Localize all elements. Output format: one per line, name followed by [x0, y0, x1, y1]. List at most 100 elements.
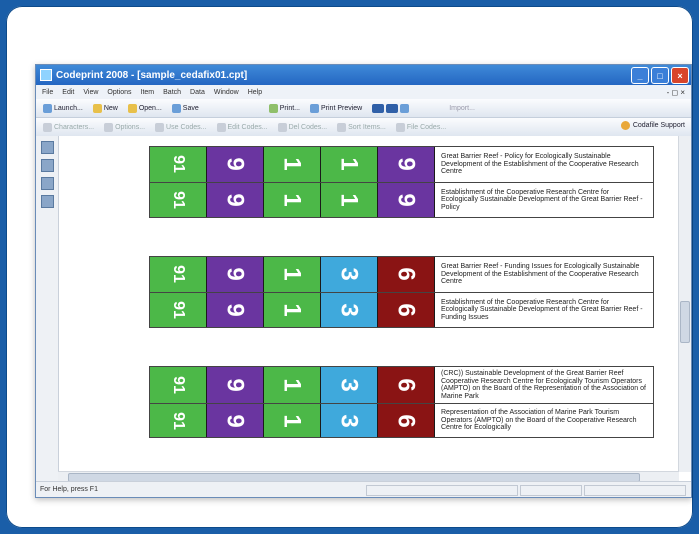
file-label[interactable]: 91 9 1 1 9 Great Barrier Reef - Policy for Ec… — [149, 146, 654, 218]
options-button[interactable]: Options... — [101, 122, 148, 133]
color-code-digit: 1 — [278, 267, 306, 281]
label-row[interactable]: 91 9 1 3 6 Representation of the Association … — [150, 404, 653, 437]
launch-button[interactable]: Launch... — [40, 103, 86, 114]
status-bar: For Help, press F1 — [36, 481, 691, 497]
label-row[interactable]: 91 9 1 1 9 Great Barrier Reef - Policy for Ec… — [150, 147, 653, 183]
new-button[interactable]: New — [90, 103, 121, 114]
file-label[interactable]: 91 9 1 3 6 (CRC)) Sustainable Development of … — [149, 366, 654, 438]
sort-items-button[interactable]: Sort Items... — [334, 122, 389, 133]
color-code-tile[interactable]: 9 — [207, 257, 264, 292]
menu-item-item[interactable]: Item — [141, 89, 155, 96]
maximize-button[interactable]: □ — [651, 67, 669, 84]
color-code-tile[interactable]: 91 — [150, 292, 207, 327]
color-code-digit: 91 — [169, 265, 187, 284]
color-code-tile[interactable]: 1 — [264, 147, 321, 182]
color-code-tile[interactable]: 3 — [321, 404, 378, 437]
color-code-tile[interactable]: 6 — [378, 367, 435, 403]
open-button[interactable]: Open... — [125, 103, 165, 114]
color-code-digit: 9 — [221, 157, 249, 171]
color-code-tile[interactable]: 1 — [264, 182, 321, 217]
color-code-tile[interactable]: 1 — [264, 404, 321, 437]
view-buttons[interactable] — [369, 103, 412, 114]
label-text: Great Barrier Reef - Policy for Ecologic… — [441, 153, 639, 175]
color-code-digit: 91 — [169, 411, 187, 430]
use-codes-button[interactable]: Use Codes... — [152, 122, 209, 133]
label-row[interactable]: 91 9 1 3 6 Great Barrier Reef - Funding Issue… — [150, 257, 653, 293]
menu-item-window[interactable]: Window — [214, 89, 239, 96]
panel-tool-icon[interactable] — [40, 177, 54, 190]
file-codes-button[interactable]: File Codes... — [393, 122, 449, 133]
color-code-digit: 6 — [392, 378, 420, 392]
color-code-tile[interactable]: 91 — [150, 182, 207, 217]
characters-icon — [43, 122, 52, 132]
menu-item-file[interactable]: File — [42, 89, 53, 96]
app-window: Codeprint 2008 - [sample_cedafix01.cpt] … — [35, 64, 692, 498]
panel-tool-icon[interactable] — [40, 195, 54, 208]
color-code-tile[interactable]: 9 — [207, 147, 264, 182]
color-code-tile[interactable]: 1 — [321, 147, 378, 182]
label-row[interactable]: 91 9 1 3 6 (CRC)) Sustainable Development of … — [150, 367, 653, 404]
color-code-tile[interactable]: 1 — [264, 257, 321, 292]
file-label[interactable]: 91 9 1 3 6 Great Barrier Reef - Funding Issue… — [149, 256, 654, 328]
label-text: Great Barrier Reef - Funding Issues for … — [441, 263, 640, 285]
color-code-digit: 6 — [392, 303, 420, 317]
menu-item-data[interactable]: Data — [190, 89, 205, 96]
color-code-tile[interactable]: 91 — [150, 404, 207, 437]
color-code-tile[interactable]: 9 — [207, 182, 264, 217]
del-codes-button[interactable]: Del Codes... — [275, 122, 331, 133]
menu-item-help[interactable]: Help — [248, 89, 262, 96]
color-code-digit: 9 — [221, 193, 249, 207]
label-row[interactable]: 91 9 1 1 9 Establishment of the Cooperative R… — [150, 182, 653, 217]
color-code-tile[interactable]: 91 — [150, 257, 207, 292]
grid-icon — [386, 103, 399, 113]
save-icon — [171, 103, 181, 113]
color-code-tile[interactable]: 3 — [321, 257, 378, 292]
close-button[interactable]: × — [671, 67, 689, 84]
minimize-button[interactable]: _ — [631, 67, 649, 84]
vertical-scrollbar[interactable] — [678, 136, 691, 472]
color-code-tile[interactable]: 3 — [321, 292, 378, 327]
vertical-scroll-thumb[interactable] — [680, 301, 690, 343]
color-code-tile[interactable]: 9 — [207, 404, 264, 437]
color-code-tile[interactable]: 1 — [264, 292, 321, 327]
characters-label: Characters... — [54, 123, 95, 131]
save-button[interactable]: Save — [169, 103, 202, 114]
color-code-tile[interactable]: 9 — [207, 367, 264, 403]
color-code-tile[interactable]: 6 — [378, 404, 435, 437]
color-code-tile[interactable]: 1 — [321, 182, 378, 217]
open-label: Open... — [138, 104, 162, 112]
color-code-digit: 9 — [221, 267, 249, 281]
print-preview-button[interactable]: Print Preview — [307, 103, 365, 114]
color-code-tile[interactable]: 9 — [378, 182, 435, 217]
status-cell — [520, 485, 582, 496]
color-code-digit: 3 — [335, 303, 363, 317]
use-codes-label: Use Codes... — [166, 123, 207, 131]
menu-item-edit[interactable]: Edit — [62, 89, 74, 96]
color-code-tile[interactable]: 6 — [378, 257, 435, 292]
label-row[interactable]: 91 9 1 3 6 Establishment of the Cooperative R… — [150, 292, 653, 327]
status-cell — [584, 485, 686, 496]
print-icon — [268, 103, 278, 113]
import-label: Import... — [449, 104, 475, 112]
new-label: New — [103, 104, 118, 112]
menu-item-batch[interactable]: Batch — [163, 89, 181, 96]
color-code-tile[interactable]: 91 — [150, 147, 207, 182]
color-code-tile[interactable]: 9 — [207, 292, 264, 327]
color-code-digit: 91 — [169, 376, 187, 394]
menu-item-options[interactable]: Options — [107, 89, 131, 96]
color-code-tile[interactable]: 6 — [378, 292, 435, 327]
edit-codes-button[interactable]: Edit Codes... — [214, 122, 271, 133]
color-code-tile[interactable]: 1 — [264, 367, 321, 403]
panel-tool-icon[interactable] — [40, 141, 54, 154]
panel-tool-icon[interactable] — [40, 159, 54, 172]
characters-button[interactable]: Characters... — [40, 122, 97, 133]
support-button[interactable]: Codafile Support — [620, 121, 685, 130]
color-code-tile[interactable]: 91 — [150, 367, 207, 403]
color-code-tile[interactable]: 9 — [378, 147, 435, 182]
print-button[interactable]: Print... — [266, 103, 303, 114]
menu-item-view[interactable]: View — [83, 89, 98, 96]
import-button[interactable]: Import... — [446, 104, 478, 113]
options-label: Options... — [115, 123, 146, 131]
color-code-tile[interactable]: 3 — [321, 367, 378, 403]
mdi-controls[interactable]: - ◻ × — [667, 88, 685, 97]
